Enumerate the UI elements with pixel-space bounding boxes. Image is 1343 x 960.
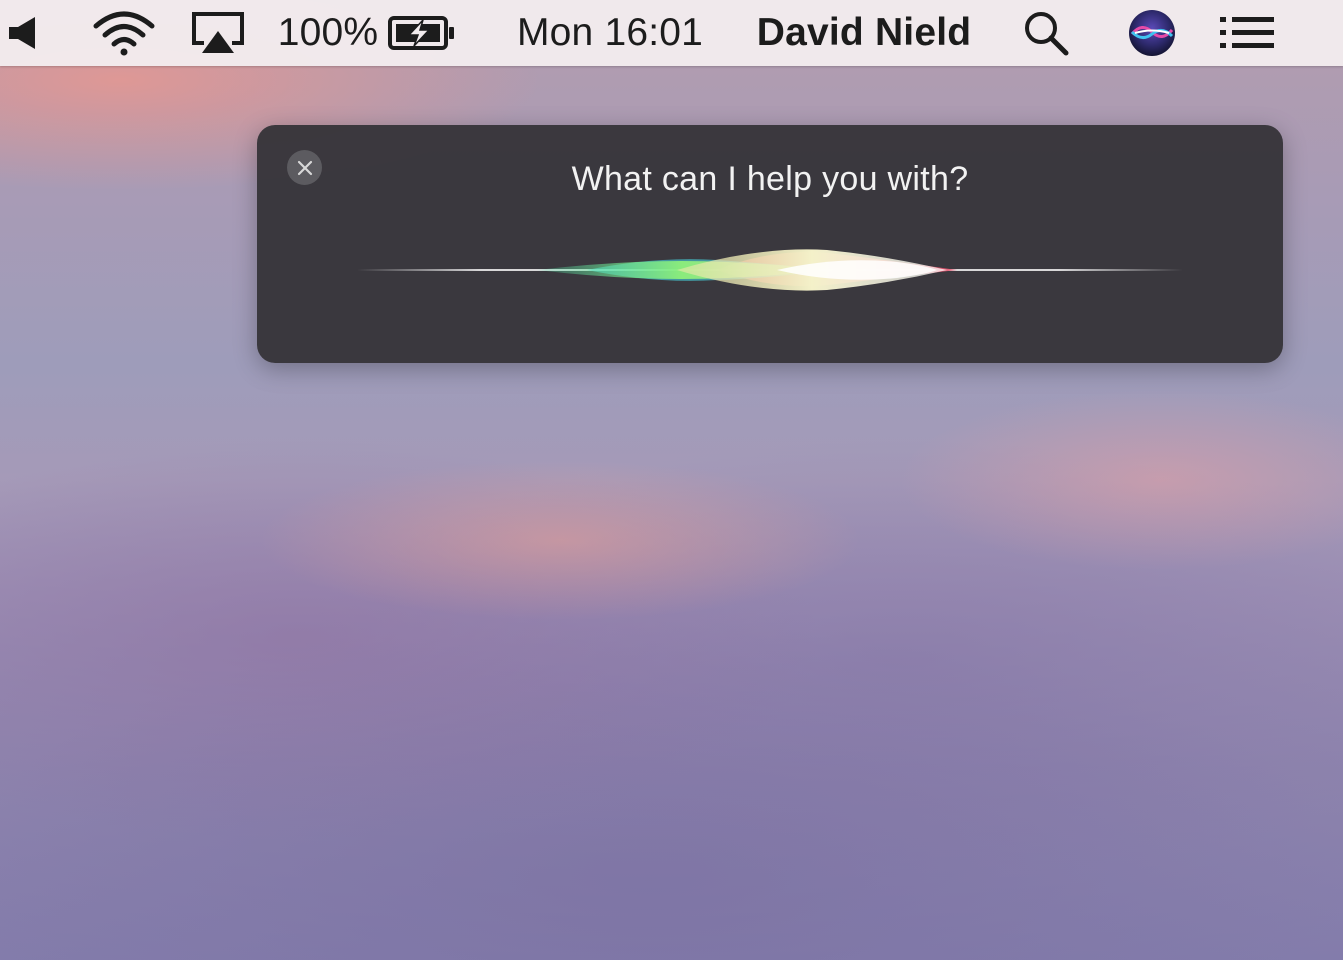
airplay-menu[interactable] [188, 0, 248, 66]
airplay-icon [192, 12, 244, 53]
siri-waveform [357, 249, 1183, 291]
siri-panel: What can I help you with? [257, 125, 1283, 363]
desktop-wallpaper: 100% Mon 16:01 David Nield What can I he… [0, 0, 1343, 960]
siri-button[interactable] [1124, 0, 1180, 66]
magnifying-glass-icon [1025, 12, 1069, 56]
siri-prompt: What can I help you with? [571, 160, 969, 198]
battery-percent[interactable]: 100% [278, 0, 378, 66]
wifi-icon [93, 11, 155, 56]
speaker-icon [9, 17, 35, 49]
wifi-menu[interactable] [90, 0, 158, 66]
volume-menu[interactable] [2, 0, 42, 66]
user-menu[interactable]: David Nield [748, 0, 980, 66]
menu-bar: 100% Mon 16:01 David Nield [0, 0, 1343, 66]
spotlight-button[interactable] [1018, 0, 1074, 66]
notification-center-button[interactable] [1214, 0, 1280, 66]
list-icon [1220, 17, 1274, 48]
siri-icon [1129, 10, 1175, 56]
battery-charging-icon [388, 16, 454, 50]
battery-menu[interactable] [386, 0, 458, 66]
menubar-clock[interactable]: Mon 16:01 [508, 0, 712, 66]
